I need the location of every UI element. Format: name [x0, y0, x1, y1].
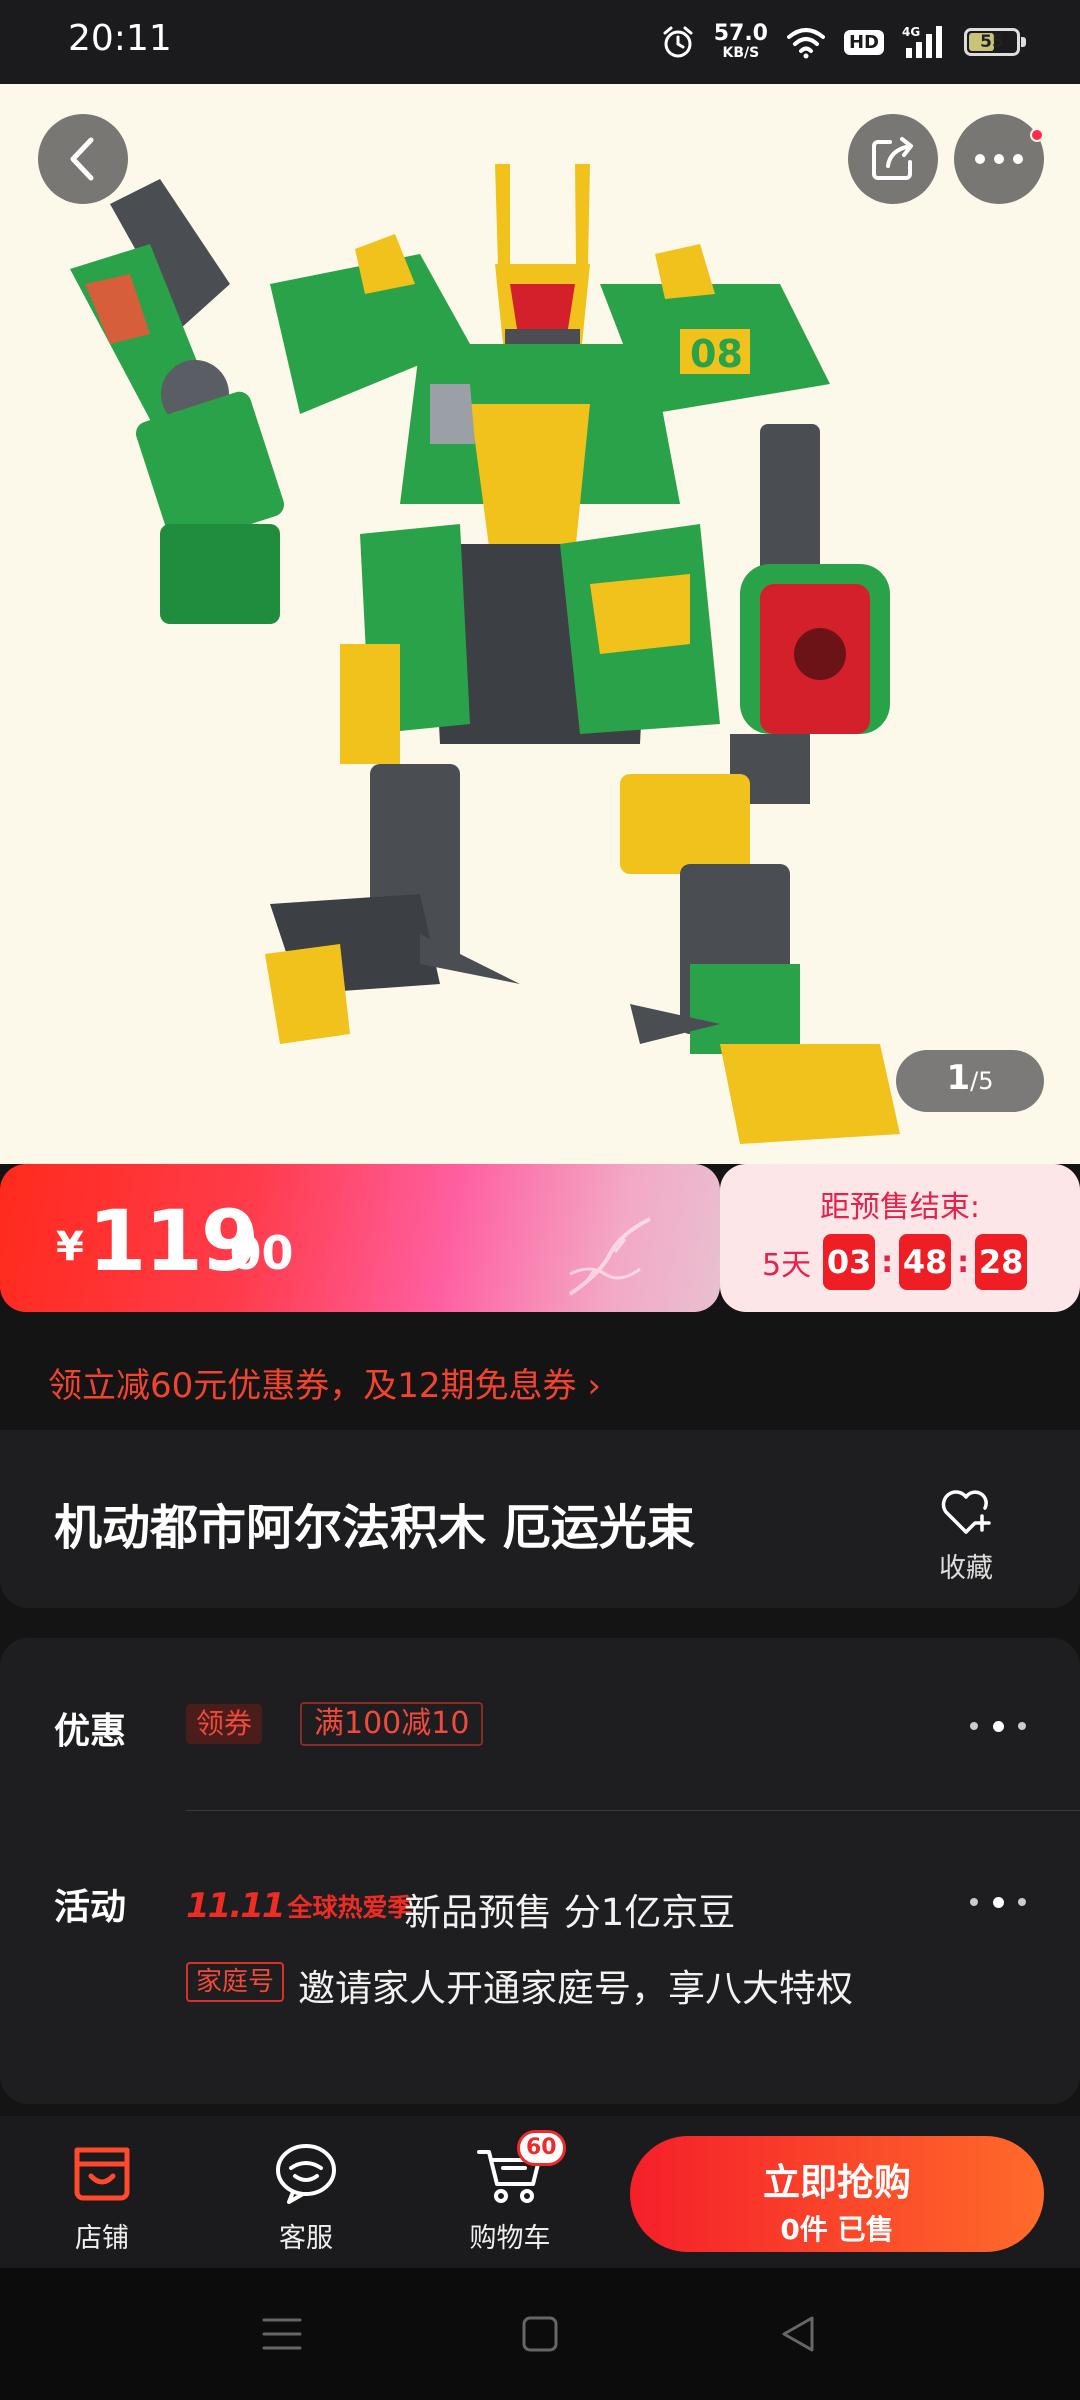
price-panel: ¥ 119 .00	[0, 1164, 720, 1312]
store-icon	[74, 2147, 130, 2201]
net-speed-value: 57.0	[713, 21, 768, 46]
chat-bubble-icon	[276, 2144, 336, 2204]
status-icons: 57.0 KB/S HD 4G 55	[660, 18, 1026, 66]
cart-label: 购物车	[469, 2223, 551, 2254]
family-account-tag: 家庭号	[186, 1962, 285, 2002]
status-bar: 20:11 57.0 KB/S HD 4G 55	[0, 0, 1080, 84]
event-description[interactable]: 新品预售 分1亿京豆	[404, 1882, 735, 1936]
heart-plus-icon	[941, 1490, 991, 1534]
more-icon	[975, 154, 1023, 164]
chevron-left-icon	[70, 137, 94, 181]
countdown-minutes: 48	[899, 1234, 952, 1290]
store-label: 店铺	[75, 2223, 129, 2254]
promotions-card: 优惠 领券 满100减10 活动 11.11 全球热爱季 新品预售 分1亿京豆 …	[0, 1638, 1080, 2104]
buy-now-label: 立即抢购	[763, 2161, 911, 2204]
image-current: 1	[946, 1058, 971, 1098]
family-account-text[interactable]: 邀请家人开通家庭号，享八大特权	[298, 1958, 853, 2012]
bottom-action-bar: 店铺 客服 60 购物车 立即抢购 0件 已售	[0, 2116, 1080, 2268]
sold-count: 0件 已售	[780, 2213, 894, 2246]
image-counter: 1 / 5	[896, 1050, 1044, 1112]
image-total: 5	[978, 1067, 994, 1095]
home-icon[interactable]	[520, 2314, 560, 2354]
price-currency: ¥	[56, 1224, 84, 1270]
net-speed: 57.0 KB/S	[713, 21, 768, 62]
net-speed-unit: KB/S	[722, 45, 760, 61]
svg-text:08: 08	[690, 332, 743, 376]
double-eleven-logo: 11.11 全球热爱季	[186, 1886, 413, 1926]
product-image: 08	[0, 84, 1080, 1164]
countdown-seconds: 28	[975, 1234, 1028, 1290]
event-logo-sub: 全球热爱季	[287, 1893, 413, 1922]
activity-label: 活动	[54, 1887, 127, 1928]
notification-dot	[1030, 128, 1044, 142]
presale-title: 距预售结束:	[819, 1190, 981, 1225]
back-triangle-icon[interactable]	[778, 2314, 818, 2354]
back-button[interactable]	[38, 114, 128, 204]
price-banner: ¥ 119 .00 距预售结束: 5天 03 : 48 : 28	[0, 1164, 1080, 1312]
clock: 20:11	[68, 18, 172, 59]
hd-badge: HD	[843, 29, 884, 55]
favorite-button[interactable]: 收藏	[916, 1488, 1016, 1585]
alarm-icon	[663, 26, 693, 58]
customer-service-button[interactable]: 客服	[246, 2138, 366, 2255]
countdown-row: 5天 03 : 48 : 28	[762, 1234, 1028, 1290]
discount-rule-tag[interactable]: 满100减10	[300, 1702, 484, 1746]
presale-countdown: 距预售结束: 5天 03 : 48 : 28	[720, 1164, 1080, 1312]
price-decimal: .00	[212, 1226, 294, 1280]
signal-label: 4G	[902, 25, 920, 39]
divider	[186, 1810, 1080, 1811]
image-separator: /	[970, 1067, 979, 1095]
signal-icon: 4G	[902, 25, 942, 58]
battery-icon: 55	[964, 28, 1026, 56]
product-title-card: 机动都市阿尔法积木 厄运光束 收藏	[0, 1430, 1080, 1608]
countdown-colon: :	[881, 1244, 894, 1280]
discount-label: 优惠	[54, 1711, 127, 1752]
product-image-carousel[interactable]: 08 1 / 5	[0, 84, 1080, 1164]
activity-more-button[interactable]	[970, 1894, 1026, 1910]
service-label: 客服	[279, 2223, 333, 2254]
more-menu-button[interactable]	[954, 114, 1044, 204]
dna-decoration-icon	[568, 1217, 651, 1296]
coupon-link[interactable]: 领立减60元优惠券，及12期免息券 ›	[48, 1358, 601, 1407]
share-icon	[872, 137, 913, 180]
favorite-label: 收藏	[939, 1553, 993, 1584]
share-button[interactable]	[848, 114, 938, 204]
wifi-icon	[786, 28, 825, 59]
menu-icon[interactable]	[262, 2314, 302, 2354]
battery-percent: 55	[980, 32, 1004, 52]
event-logo-main: 11.11	[186, 1886, 286, 1926]
buy-now-button[interactable]: 立即抢购 0件 已售	[630, 2136, 1044, 2252]
store-button[interactable]: 店铺	[42, 2138, 162, 2255]
countdown-days: 5天	[762, 1248, 812, 1283]
product-title: 机动都市阿尔法积木 厄运光束	[54, 1500, 695, 1556]
countdown-hours: 03	[823, 1234, 876, 1290]
coupon-tag[interactable]: 领券	[186, 1704, 263, 1744]
system-nav-bar	[0, 2268, 1080, 2400]
countdown-colon: :	[957, 1244, 970, 1280]
cart-button[interactable]: 60 购物车	[450, 2130, 570, 2255]
discount-more-button[interactable]	[970, 1718, 1026, 1734]
cart-count-badge: 60	[517, 2130, 566, 2166]
